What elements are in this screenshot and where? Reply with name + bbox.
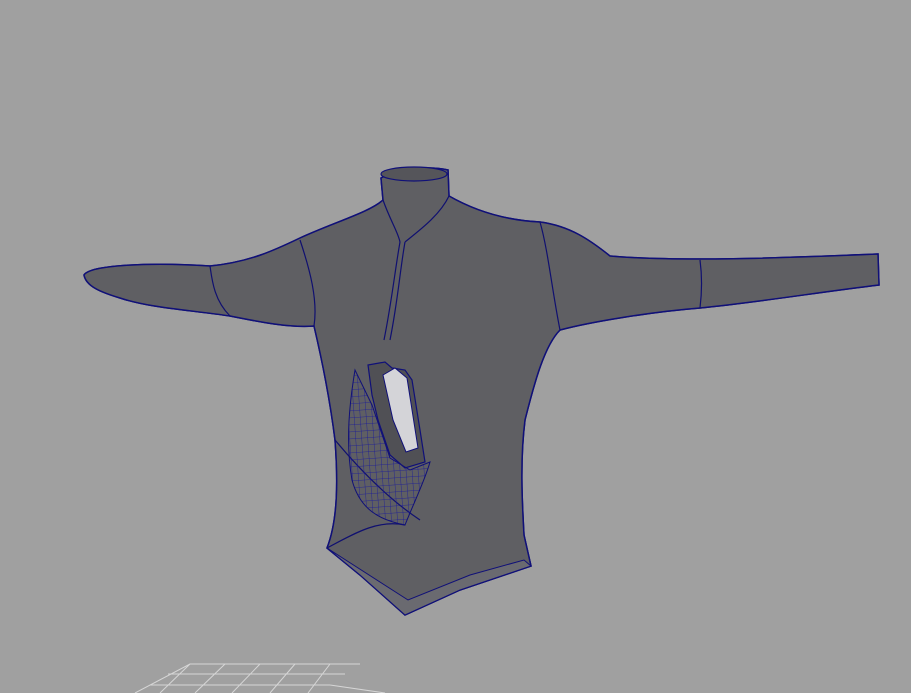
- scene-canvas[interactable]: [0, 0, 911, 693]
- torso-mesh[interactable]: [83, 166, 880, 616]
- wireframe-overlay: [83, 167, 880, 616]
- 3d-viewport[interactable]: [0, 0, 911, 693]
- neck-opening: [380, 166, 448, 182]
- ground-grid: [134, 663, 386, 693]
